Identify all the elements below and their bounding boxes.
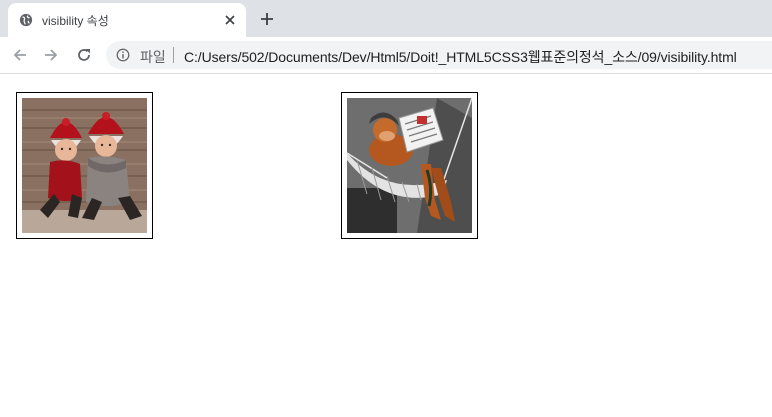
hammock-figure-photo [347, 98, 472, 233]
close-icon[interactable] [222, 12, 238, 28]
image-frame-left [16, 92, 153, 239]
image-frame-right [341, 92, 478, 239]
tab-title: visibility 속성 [42, 14, 109, 28]
reload-icon[interactable] [74, 45, 94, 65]
globe-icon [19, 13, 33, 27]
back-icon[interactable] [10, 45, 30, 65]
active-tab[interactable]: visibility 속성 [8, 3, 246, 37]
info-icon[interactable] [116, 48, 130, 62]
browser-toolbar: 파일 C:/Users/502/Documents/Dev/Html5/Doit… [0, 37, 772, 74]
address-bar[interactable]: 파일 C:/Users/502/Documents/Dev/Html5/Doit… [106, 41, 772, 69]
plus-icon[interactable] [257, 9, 277, 29]
forward-icon[interactable] [41, 45, 61, 65]
scheme-label: 파일 [140, 49, 166, 65]
knitted-dolls-photo [22, 98, 147, 233]
omnibox-divider [173, 47, 174, 63]
tab-strip: visibility 속성 [0, 0, 772, 37]
url-text[interactable]: C:/Users/502/Documents/Dev/Html5/Doit!_H… [184, 47, 737, 67]
